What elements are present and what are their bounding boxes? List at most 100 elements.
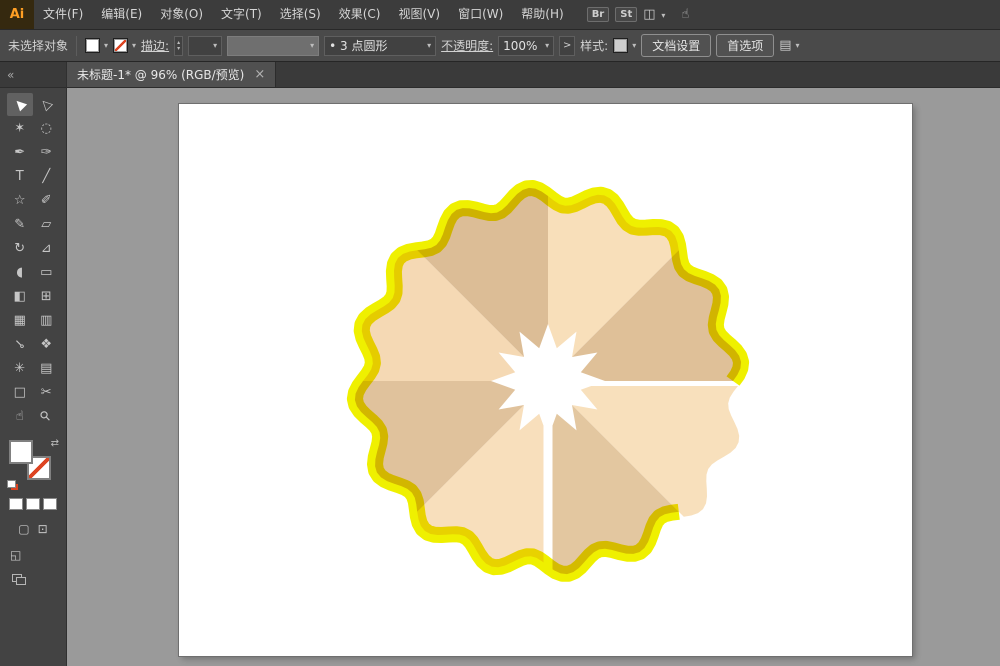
- menubar: Ai 文件(F)编辑(E)对象(O)文字(T)选择(S)效果(C)视图(V)窗口…: [0, 0, 1000, 30]
- menu-item[interactable]: 编辑(E): [92, 0, 151, 29]
- menu-item[interactable]: 对象(O): [151, 0, 212, 29]
- document-tab-title: 未标题-1* @ 96% (RGB/预览): [77, 66, 244, 83]
- curvature-tool[interactable]: ✑: [34, 141, 60, 164]
- menu-item[interactable]: 帮助(H): [512, 0, 572, 29]
- eraser-icon: ▱: [41, 217, 51, 232]
- drawing-modes: ▢ ⊡: [0, 522, 66, 536]
- scale-tool[interactable]: ⊿: [34, 237, 60, 260]
- draw-behind-button[interactable]: ⊡: [38, 522, 48, 536]
- none-button[interactable]: [43, 498, 57, 510]
- default-fill-stroke-icon[interactable]: [7, 480, 16, 488]
- stroke-color-control[interactable]: ▾: [113, 38, 136, 53]
- swap-fill-stroke-icon[interactable]: ⇄: [51, 438, 59, 449]
- eraser-tool[interactable]: ▱: [34, 213, 60, 236]
- tool-dock: « ▶▷✶ ◌ ✒ ✑ T╱☆ ✐ ✎ ▱ ↻ ⊿ ◖▭ ◧ ⊞▦▥ ⊸ ❖ ✳ ▤ □ ✂ ☝⚲ ⇄ ▢ ⊡ ◱: [0, 62, 67, 666]
- curvature-icon: ✑: [41, 145, 52, 160]
- selection-tool[interactable]: ▶: [7, 93, 33, 116]
- magic-wand-tool[interactable]: ✶: [7, 117, 33, 140]
- main-area: « ▶▷✶ ◌ ✒ ✑ T╱☆ ✐ ✎ ▱ ↻ ⊿ ◖▭ ◧ ⊞▦▥ ⊸ ❖ ✳ ▤ □ ✂ ☝⚲ ⇄ ▢ ⊡ ◱ 未…: [0, 62, 1000, 666]
- fill-color-swatch[interactable]: [85, 38, 100, 53]
- artboard-tool[interactable]: □: [7, 381, 33, 404]
- collapse-panels-button[interactable]: «: [0, 62, 66, 88]
- artboard-icon: □: [14, 385, 26, 400]
- free-transform-tool[interactable]: ▭: [34, 261, 60, 284]
- canvas[interactable]: [67, 88, 1000, 666]
- stock-button[interactable]: St: [615, 7, 637, 22]
- chevron-down-icon: ▾: [104, 41, 108, 50]
- mesh-tool[interactable]: ▦: [7, 309, 33, 332]
- paintbrush-tool[interactable]: ✐: [34, 189, 60, 212]
- pen-icon: ✒: [14, 145, 25, 160]
- blend-tool[interactable]: ❖: [34, 333, 60, 356]
- workspace-switcher-icon: ◫: [643, 7, 655, 22]
- shape-builder-tool[interactable]: ◧: [7, 285, 33, 308]
- blend-icon: ❖: [40, 337, 52, 352]
- selection-status: 未选择对象: [8, 37, 68, 54]
- lasso-tool[interactable]: ◌: [34, 117, 60, 140]
- workspace-switcher-button[interactable]: ◫ ▾: [643, 7, 665, 22]
- scale-icon: ⊿: [41, 241, 52, 256]
- flower-artwork[interactable]: [179, 104, 912, 656]
- menu-item[interactable]: 效果(C): [330, 0, 390, 29]
- screen-mode-button[interactable]: ◱: [10, 548, 66, 562]
- document-setup-button[interactable]: 文档设置: [641, 34, 711, 57]
- draw-normal-button[interactable]: ▢: [18, 522, 29, 536]
- slice-tool[interactable]: ✂: [34, 381, 60, 404]
- brush-definition-select[interactable]: • 3 点圆形 ▾: [324, 36, 436, 56]
- menu-item[interactable]: 视图(V): [389, 0, 449, 29]
- stroke-weight-select[interactable]: ▾: [188, 36, 222, 56]
- stroke-weight-stepper[interactable]: ▴ ▾: [174, 36, 183, 56]
- preferences-button[interactable]: 首选项: [716, 34, 774, 57]
- symbol-sprayer-tool[interactable]: ✳: [7, 357, 33, 380]
- tools-grid: ▶▷✶ ◌ ✒ ✑ T╱☆ ✐ ✎ ▱ ↻ ⊿ ◖▭ ◧ ⊞▦▥ ⊸ ❖ ✳ ▤ □ ✂ ☝⚲: [0, 88, 66, 428]
- chevron-down-icon: ▾: [213, 41, 217, 50]
- document-tab[interactable]: 未标题-1* @ 96% (RGB/预览) ×: [67, 62, 276, 87]
- opacity-label[interactable]: 不透明度:: [441, 37, 493, 54]
- rotate-tool[interactable]: ↻: [7, 237, 33, 260]
- tab-close-button[interactable]: ×: [254, 67, 265, 82]
- opacity-select[interactable]: 100% ▾: [498, 36, 554, 56]
- cascade-windows-icon[interactable]: [12, 574, 26, 585]
- chevron-down-icon: ▾: [632, 41, 636, 50]
- zoom-tool[interactable]: ⚲: [34, 405, 60, 428]
- menu-item[interactable]: 文字(T): [212, 0, 271, 29]
- fill-color-control[interactable]: ▾: [85, 38, 108, 53]
- chevron-down-icon: ▾: [796, 41, 800, 50]
- line-segment-tool[interactable]: ╱: [34, 165, 60, 188]
- fill-indicator[interactable]: [9, 440, 33, 464]
- menu-item[interactable]: 选择(S): [271, 0, 330, 29]
- menu-item[interactable]: 文件(F): [34, 0, 92, 29]
- touch-workspace-icon[interactable]: ☝: [681, 7, 689, 22]
- color-button[interactable]: [9, 498, 23, 510]
- eyedropper-tool[interactable]: ⊸: [7, 333, 33, 356]
- type-tool[interactable]: T: [7, 165, 33, 188]
- gradient-button[interactable]: [26, 498, 40, 510]
- chevron-down-icon: ▾: [132, 41, 136, 50]
- stroke-weight-label[interactable]: 描边:: [141, 37, 169, 54]
- style-select[interactable]: ▾: [613, 38, 636, 53]
- artboard[interactable]: [179, 104, 912, 656]
- symbol-sprayer-icon: ✳: [14, 361, 25, 376]
- shape-tool[interactable]: ☆: [7, 189, 33, 212]
- hand-tool[interactable]: ☝: [7, 405, 33, 428]
- slice-icon: ✂: [41, 385, 52, 400]
- menubar-right-icons: Br St ◫ ▾ ☝: [587, 7, 690, 22]
- perspective-grid-tool[interactable]: ⊞: [34, 285, 60, 308]
- width-tool[interactable]: ◖: [7, 261, 33, 284]
- control-bar-menu[interactable]: ▤ ▾: [779, 38, 799, 53]
- shape-builder-icon: ◧: [14, 289, 26, 304]
- pencil-tool[interactable]: ✎: [7, 213, 33, 236]
- bridge-button[interactable]: Br: [587, 7, 610, 22]
- pen-tool[interactable]: ✒: [7, 141, 33, 164]
- paintbrush-icon: ✐: [41, 193, 52, 208]
- expand-panel-button[interactable]: >: [559, 36, 575, 56]
- eyedropper-icon: ⊸: [11, 335, 29, 353]
- gradient-tool[interactable]: ▥: [34, 309, 60, 332]
- column-graph-tool[interactable]: ▤: [34, 357, 60, 380]
- menu-item[interactable]: 窗口(W): [449, 0, 512, 29]
- lasso-icon: ◌: [41, 121, 52, 136]
- width-profile-select[interactable]: ▾: [227, 36, 319, 56]
- direct-selection-tool[interactable]: ▷: [34, 93, 60, 116]
- chevron-down-icon: ▾: [310, 41, 314, 50]
- stroke-color-swatch[interactable]: [113, 38, 128, 53]
